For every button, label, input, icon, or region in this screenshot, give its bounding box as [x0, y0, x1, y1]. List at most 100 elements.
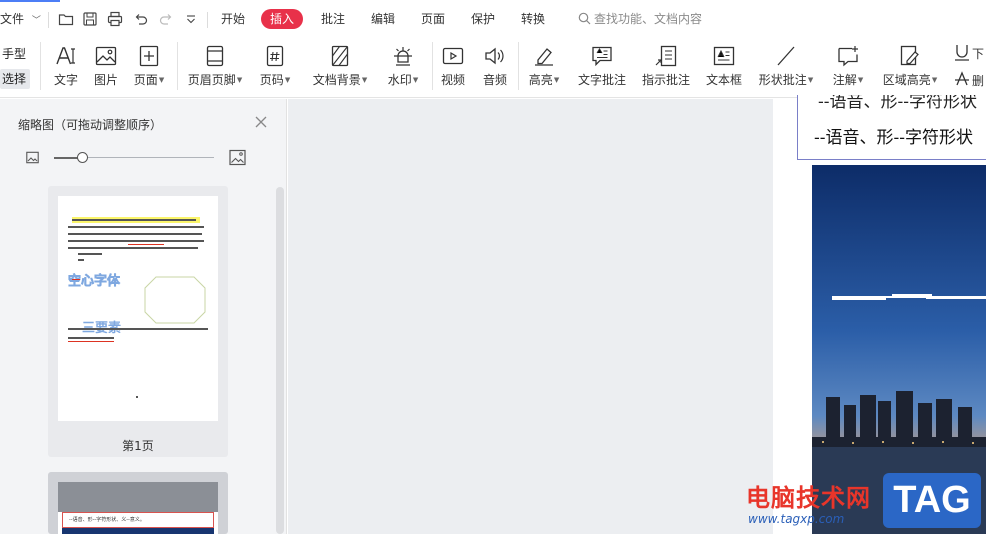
zoom-out-image-icon[interactable] [26, 151, 39, 164]
text-line [78, 259, 84, 261]
watermark-button[interactable]: 水印▼ [382, 42, 424, 92]
hand-mode-button[interactable]: 手型 [0, 44, 30, 64]
insert-ribbon: 手型 选择 文字 图片 页面▼ 页眉页脚▼ 页码▼ 文档背景▼ 水印▼ 视频 音… [0, 38, 986, 98]
image-icon [94, 44, 118, 68]
ribbon-divider [177, 42, 178, 90]
page-header-band [58, 482, 218, 512]
shape-comment-icon [774, 44, 798, 68]
insert-video-button[interactable]: 视频 [436, 42, 470, 92]
save-icon[interactable] [82, 11, 98, 27]
text-box[interactable]: --语音、形--字符形状 --语音、形--字符形状 [797, 95, 986, 160]
menu-divider [207, 12, 208, 28]
undo-icon[interactable] [133, 11, 149, 27]
pointer-comment-button[interactable]: 指示批注 [638, 42, 694, 92]
tab-edit[interactable]: 编辑 [371, 10, 395, 28]
area-highlight-button[interactable]: 区域高亮▼ [878, 42, 942, 92]
print-icon[interactable] [107, 11, 123, 27]
insert-text-button[interactable]: 文字 [48, 42, 84, 92]
text-line [72, 219, 196, 221]
text-line [68, 337, 114, 339]
watermark-label: 水印 [387, 73, 412, 87]
panel-scrollbar[interactable] [276, 187, 284, 534]
insert-audio-label: 音频 [482, 73, 507, 87]
insert-audio-button[interactable]: 音频 [478, 42, 512, 92]
page-thumbnail-2[interactable]: --语音、形--字符形状、义--意义。 [48, 472, 228, 534]
text-box-line-top: --语音、形--字符形状 [818, 95, 977, 112]
document-canvas[interactable]: --语音、形--字符形状 --语音、形--字符形状 [288, 95, 986, 534]
tab-start[interactable]: 开始 [221, 10, 245, 28]
caret-down-icon: ▼ [236, 76, 243, 84]
watermark-url: www.tagxp.com [748, 512, 845, 526]
insert-page-button[interactable]: 页面▼ [128, 42, 170, 92]
red-underline [68, 341, 114, 342]
header-footer-button[interactable]: 页眉页脚▼ [184, 42, 246, 92]
shape-comment-button[interactable]: 形状批注▼ [754, 42, 818, 92]
text-comment-icon [590, 44, 614, 68]
document-background-button[interactable]: 文档背景▼ [308, 42, 372, 92]
annotation-icon [836, 44, 860, 68]
zoom-in-image-icon[interactable] [229, 149, 246, 166]
ribbon-divider [40, 42, 41, 90]
close-icon[interactable] [254, 115, 268, 129]
insert-page-label: 页面 [133, 73, 158, 87]
three-elements-heading: 三要素 [82, 321, 122, 336]
thumbnail-panel-title: 缩略图（可拖动调整顺序） [18, 118, 163, 132]
red-underline [128, 244, 164, 245]
caret-down-icon: ▼ [158, 76, 165, 84]
audio-icon [483, 44, 507, 68]
highlight-button[interactable]: 高亮▼ [524, 42, 564, 92]
tab-protect[interactable]: 保护 [471, 10, 495, 28]
background-icon [328, 44, 352, 68]
watermark-site-name: 电脑技术网 [746, 484, 871, 512]
page-number-button[interactable]: 页码▼ [254, 42, 296, 92]
zoom-slider-handle[interactable] [77, 152, 89, 163]
text-line [78, 253, 102, 255]
caret-down-icon: ▼ [807, 76, 814, 84]
menu-divider [48, 12, 49, 28]
caret-down-icon: ▼ [361, 76, 368, 84]
page-thumbnail-1[interactable]: 空心字体 三要素 第1页 [48, 186, 228, 457]
underline-button[interactable]: 下 删 [950, 42, 986, 92]
caret-down-icon: ▼ [553, 76, 560, 84]
red-underline [72, 279, 80, 280]
insert-video-label: 视频 [440, 73, 465, 87]
tab-insert[interactable]: 插入 [261, 9, 304, 29]
page-number-dot [136, 396, 138, 398]
select-mode-button[interactable]: 选择 [0, 69, 30, 89]
page-number-icon [263, 44, 287, 68]
pointer-comment-icon [654, 44, 678, 68]
textbox-button[interactable]: 文本框 [702, 42, 746, 92]
ribbon-divider [432, 42, 433, 90]
highlight-label: 高亮 [528, 73, 553, 87]
caret-down-icon: ▼ [284, 76, 291, 84]
insert-image-button[interactable]: 图片 [88, 42, 124, 92]
text-comment-button[interactable]: 文字批注 [574, 42, 630, 92]
redo-icon[interactable] [158, 11, 174, 27]
site-watermark-logo: 电脑技术网 www.tagxp.com TAG [740, 470, 986, 534]
highlight-icon [532, 44, 556, 68]
header-footer-label: 页眉页脚 [187, 73, 236, 87]
watermark-tag-badge: TAG [883, 473, 981, 528]
tab-comment[interactable]: 批注 [321, 10, 345, 28]
strikethrough-icon [954, 71, 970, 87]
underline-label: 下 [972, 47, 985, 61]
tab-convert[interactable]: 转换 [521, 10, 545, 28]
header-footer-icon [203, 44, 227, 68]
search-placeholder: 查找功能、文档内容 [594, 12, 703, 26]
thumbnail-panel: 缩略图（可拖动调整顺序） 空心字体 三要素 第1页 --语音、形--字符形状、义… [0, 99, 287, 534]
strikethrough-label: 删 [972, 74, 985, 88]
text-icon [54, 44, 78, 68]
page-thumbnail-caption: --语音、形--字符形状、义--意义。 [62, 512, 214, 528]
area-highlight-label: 区域高亮 [882, 73, 931, 87]
customize-toolbar-icon[interactable] [183, 11, 199, 27]
file-menu[interactable]: 文件 ﹀ [0, 10, 41, 28]
page-thumbnail-label: 第1页 [122, 439, 154, 453]
annotation-button[interactable]: 注解▼ [826, 42, 870, 92]
menu-accent-line [0, 0, 60, 2]
document-page[interactable]: --语音、形--字符形状 --语音、形--字符形状 [773, 95, 986, 534]
page-thumbnail-image: --语音、形--字符形状、义--意义。 [58, 482, 218, 534]
open-folder-icon[interactable] [58, 11, 74, 27]
underline-icon [954, 44, 970, 62]
page-image-strip [62, 528, 214, 534]
tab-page[interactable]: 页面 [421, 10, 445, 28]
